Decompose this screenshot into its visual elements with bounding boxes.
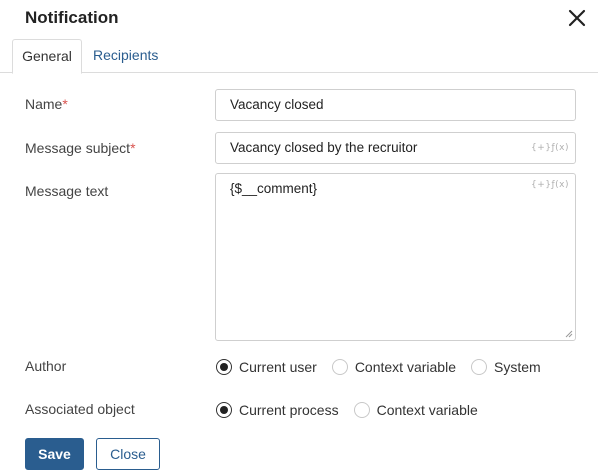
message-subject-field[interactable]: Vacancy closed by the recruitor {+}ƒ(x) [215,132,576,164]
required-mark: * [130,140,136,156]
associated-object-label: Associated object [25,401,135,417]
associated-object-radio-group: Current process Context variable [216,401,493,419]
close-button[interactable]: Close [96,438,160,470]
dialog-title: Notification [25,8,119,27]
message-text-label: Message text [25,183,109,199]
insert-variable-icon[interactable]: {+}ƒ(x) [531,178,569,192]
associated-option-context-variable[interactable]: Context variable [353,402,478,418]
radio-unchecked-icon [331,359,348,375]
author-option-context-variable[interactable]: Context variable [331,359,456,375]
tab-general[interactable]: General [12,39,82,74]
close-icon[interactable] [567,8,587,28]
required-mark: * [62,96,68,112]
radio-checked-icon [216,359,232,375]
author-option-current-user[interactable]: Current user [216,359,317,375]
author-option-system[interactable]: System [470,359,541,375]
name-field[interactable]: Vacancy closed [215,89,576,121]
name-value: Vacancy closed [230,97,324,112]
insert-variable-icon[interactable]: {+}ƒ(x) [531,133,569,163]
radio-unchecked-icon [470,359,487,375]
radio-unchecked-icon [353,402,370,418]
message-text-area[interactable]: {$__comment} {+}ƒ(x) [215,173,576,341]
resize-handle-icon[interactable] [565,330,573,338]
save-button[interactable]: Save [25,438,84,470]
message-subject-value: Vacancy closed by the recruitor [230,140,418,155]
author-label: Author [25,358,67,374]
tab-recipients[interactable]: Recipients [83,39,168,74]
radio-checked-icon [216,402,232,418]
message-subject-label: Message subject* [25,140,136,156]
name-label: Name* [25,96,68,112]
dialog-header: Notification [0,0,598,38]
message-text-value: {$__comment} [230,181,318,196]
associated-option-current-process[interactable]: Current process [216,402,339,418]
tab-bar: General Recipients [0,38,598,74]
author-radio-group: Current user Context variable System [216,358,556,376]
